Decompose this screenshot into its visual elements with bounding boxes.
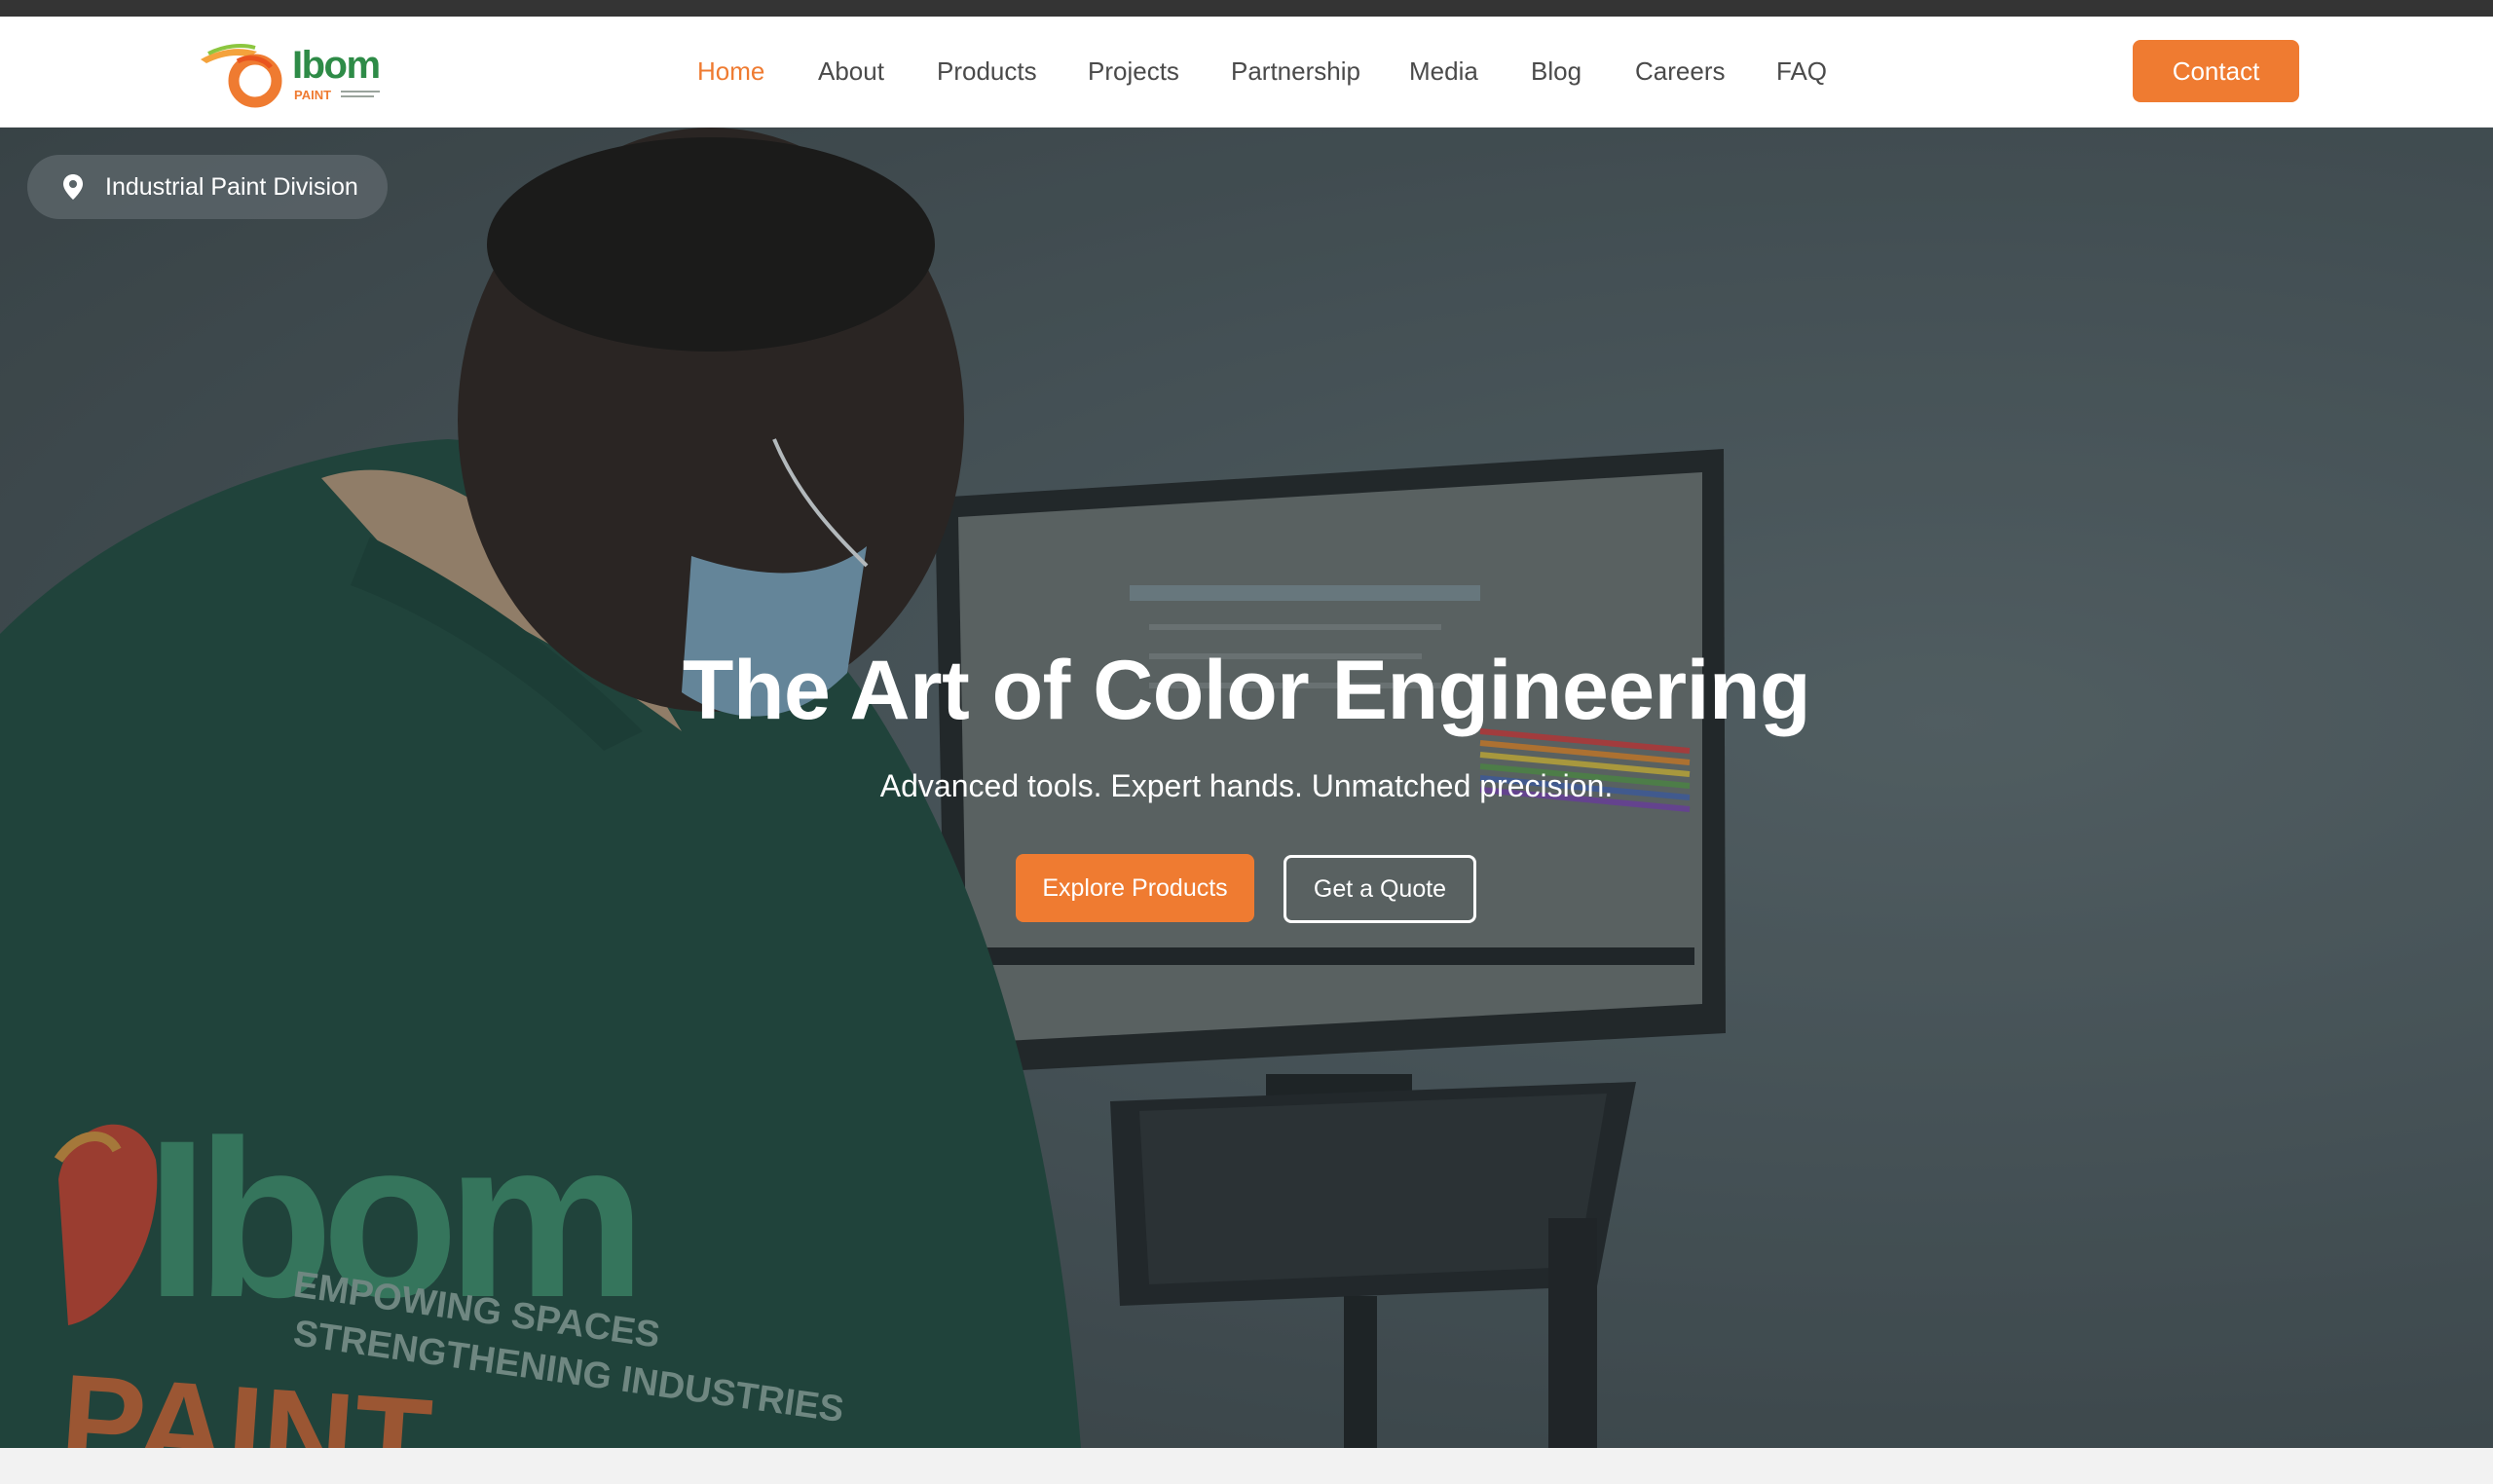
site-header: Ibom PAINT Home About Products Projects … (0, 17, 2493, 128)
nav-item-home[interactable]: Home (697, 56, 764, 87)
nav-item-faq[interactable]: FAQ (1776, 56, 1827, 87)
get-quote-button[interactable]: Get a Quote (1284, 855, 1476, 923)
hero-title: The Art of Color Engineering (682, 644, 1811, 737)
next-section-edge (0, 1448, 2493, 1484)
nav-item-partnership[interactable]: Partnership (1231, 56, 1360, 87)
nav-item-careers[interactable]: Careers (1635, 56, 1725, 87)
hero-content: The Art of Color Engineering Advanced to… (0, 128, 2493, 1448)
main-navigation: Home About Products Projects Partnership… (0, 17, 2493, 128)
explore-products-button[interactable]: Explore Products (1016, 854, 1254, 922)
hero-subtitle: Advanced tools. Expert hands. Unmatched … (879, 768, 1614, 803)
contact-button[interactable]: Contact (2133, 40, 2299, 102)
nav-item-about[interactable]: About (818, 56, 884, 87)
hero-section: Ibom PAINT EMPOWING SPACES STRENGTHENING… (0, 128, 2493, 1448)
nav-item-projects[interactable]: Projects (1088, 56, 1179, 87)
nav-item-products[interactable]: Products (937, 56, 1037, 87)
nav-item-blog[interactable]: Blog (1531, 56, 1581, 87)
browser-top-bar (0, 0, 2493, 17)
nav-item-media[interactable]: Media (1409, 56, 1478, 87)
